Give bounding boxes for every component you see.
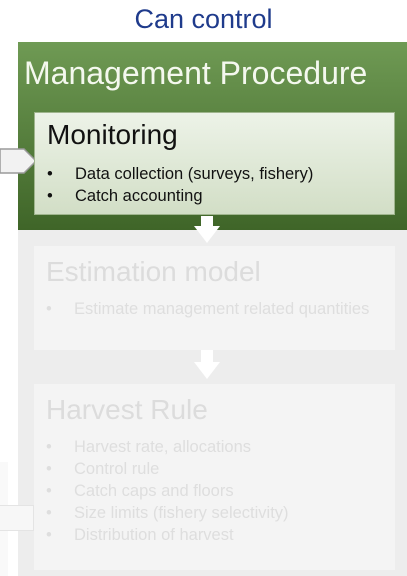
list-item: Estimate management related quantities xyxy=(46,298,374,320)
outgoing-connector xyxy=(0,505,34,531)
list-item: Data collection (surveys, fishery) xyxy=(47,163,313,185)
diagram-heading: Can control xyxy=(134,4,273,34)
list-item: Size limits (fishery selectivity) xyxy=(46,502,289,524)
harvest-rule-panel: Harvest Rule Harvest rate, allocations C… xyxy=(34,384,395,570)
estimation-model-title: Estimation model xyxy=(46,256,261,287)
list-item: Catch caps and floors xyxy=(46,480,289,502)
monitoring-title: Monitoring xyxy=(47,119,178,150)
list-item: Distribution of harvest xyxy=(46,524,289,546)
down-arrow-icon xyxy=(194,226,220,243)
estimation-model-list: Estimate management related quantities xyxy=(46,298,374,320)
estimation-model-panel: Estimation model Estimate management rel… xyxy=(34,246,395,350)
monitoring-panel: Monitoring Data collection (surveys, fis… xyxy=(34,112,395,215)
monitoring-list: Data collection (surveys, fishery) Catch… xyxy=(47,163,313,207)
down-arrow-icon xyxy=(194,362,220,379)
management-procedure-title: Management Procedure xyxy=(24,55,368,91)
harvest-rule-title: Harvest Rule xyxy=(46,394,208,425)
incoming-arrow-icon xyxy=(0,148,38,174)
list-item: Catch accounting xyxy=(47,185,313,207)
list-item: Harvest rate, allocations xyxy=(46,436,289,458)
harvest-rule-list: Harvest rate, allocations Control rule C… xyxy=(46,436,289,546)
list-item: Control rule xyxy=(46,458,289,480)
